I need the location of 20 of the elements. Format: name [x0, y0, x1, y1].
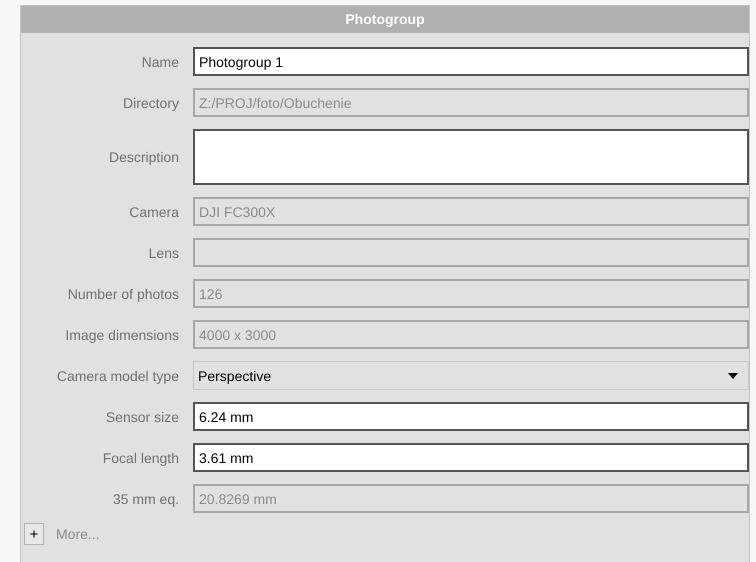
- field-label: Lens: [148, 244, 180, 260]
- expand-button[interactable]: +: [24, 523, 44, 545]
- panel-title: Photogroup: [21, 6, 749, 33]
- field-label: Sensor size: [104, 408, 180, 424]
- field-label: 35 mm eq.: [112, 490, 180, 506]
- dropdown[interactable]: Perspective: [193, 361, 749, 390]
- field-label: Directory: [122, 94, 180, 110]
- field-label: Focal length: [102, 450, 180, 466]
- field-label: Description: [108, 149, 180, 165]
- field-label: Name: [140, 54, 180, 70]
- field-label: Number of photos: [66, 286, 180, 302]
- field-label: Image dimensions: [64, 326, 180, 342]
- text-field[interactable]: 3.61 mm: [193, 443, 749, 472]
- text-field[interactable]: Photogroup 1: [193, 47, 749, 76]
- caret-icon: [728, 372, 738, 378]
- more-link[interactable]: More...: [56, 526, 100, 542]
- text-field[interactable]: 6.24 mm: [193, 402, 749, 431]
- field-label: Camera: [128, 204, 180, 220]
- text-area[interactable]: [193, 129, 749, 185]
- field-label: Camera model type: [56, 368, 180, 384]
